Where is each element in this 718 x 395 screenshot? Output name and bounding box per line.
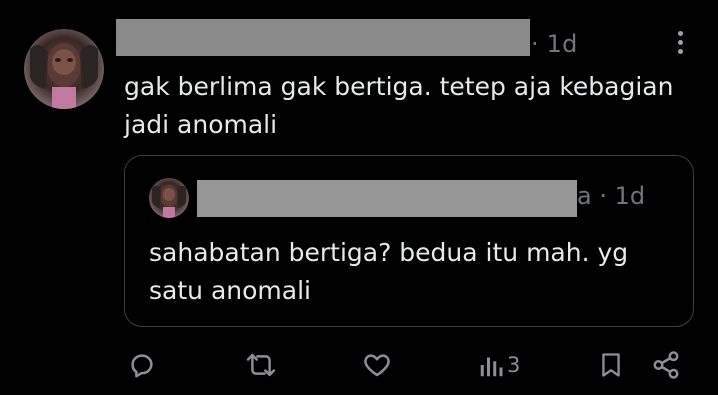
quoted-avatar [149, 178, 189, 218]
views-icon [480, 357, 503, 377]
redacted-quoted-author-name [313, 180, 455, 217]
quoted-tweet-timestamp: a · 1d [577, 182, 646, 210]
share-icon [653, 351, 679, 379]
more-options-icon[interactable] [676, 31, 684, 59]
heart-icon [364, 354, 390, 377]
reply-icon [131, 354, 153, 378]
views-count: 3 [507, 353, 521, 377]
redacted-author-name [116, 19, 248, 56]
quoted-tweet-text: sahabatan bertiga? bedua itu mah. yg sat… [149, 238, 629, 305]
retweet-button[interactable] [245, 345, 277, 385]
views-button[interactable]: 3 [479, 345, 520, 385]
reply-button[interactable] [127, 345, 157, 385]
tweet-actions: 3 [0, 345, 718, 385]
redacted-quoted-author-name [197, 180, 315, 217]
quoted-tweet[interactable]: a · 1d sahabatan bertiga? bedua itu mah.… [124, 155, 694, 327]
like-button[interactable] [362, 345, 392, 385]
avatar[interactable] [24, 29, 104, 109]
retweet-icon [246, 353, 276, 377]
bookmark-button[interactable] [597, 345, 625, 385]
redacted-author-handle [386, 19, 530, 56]
share-button[interactable] [651, 345, 681, 385]
redacted-author-name [246, 19, 388, 56]
bookmark-icon [602, 353, 620, 377]
tweet-timestamp[interactable]: · 1d [531, 30, 578, 58]
tweet-text: gak berlima gak bertiga. tetep aja kebag… [124, 72, 674, 139]
redacted-quoted-author-handle [453, 180, 577, 217]
